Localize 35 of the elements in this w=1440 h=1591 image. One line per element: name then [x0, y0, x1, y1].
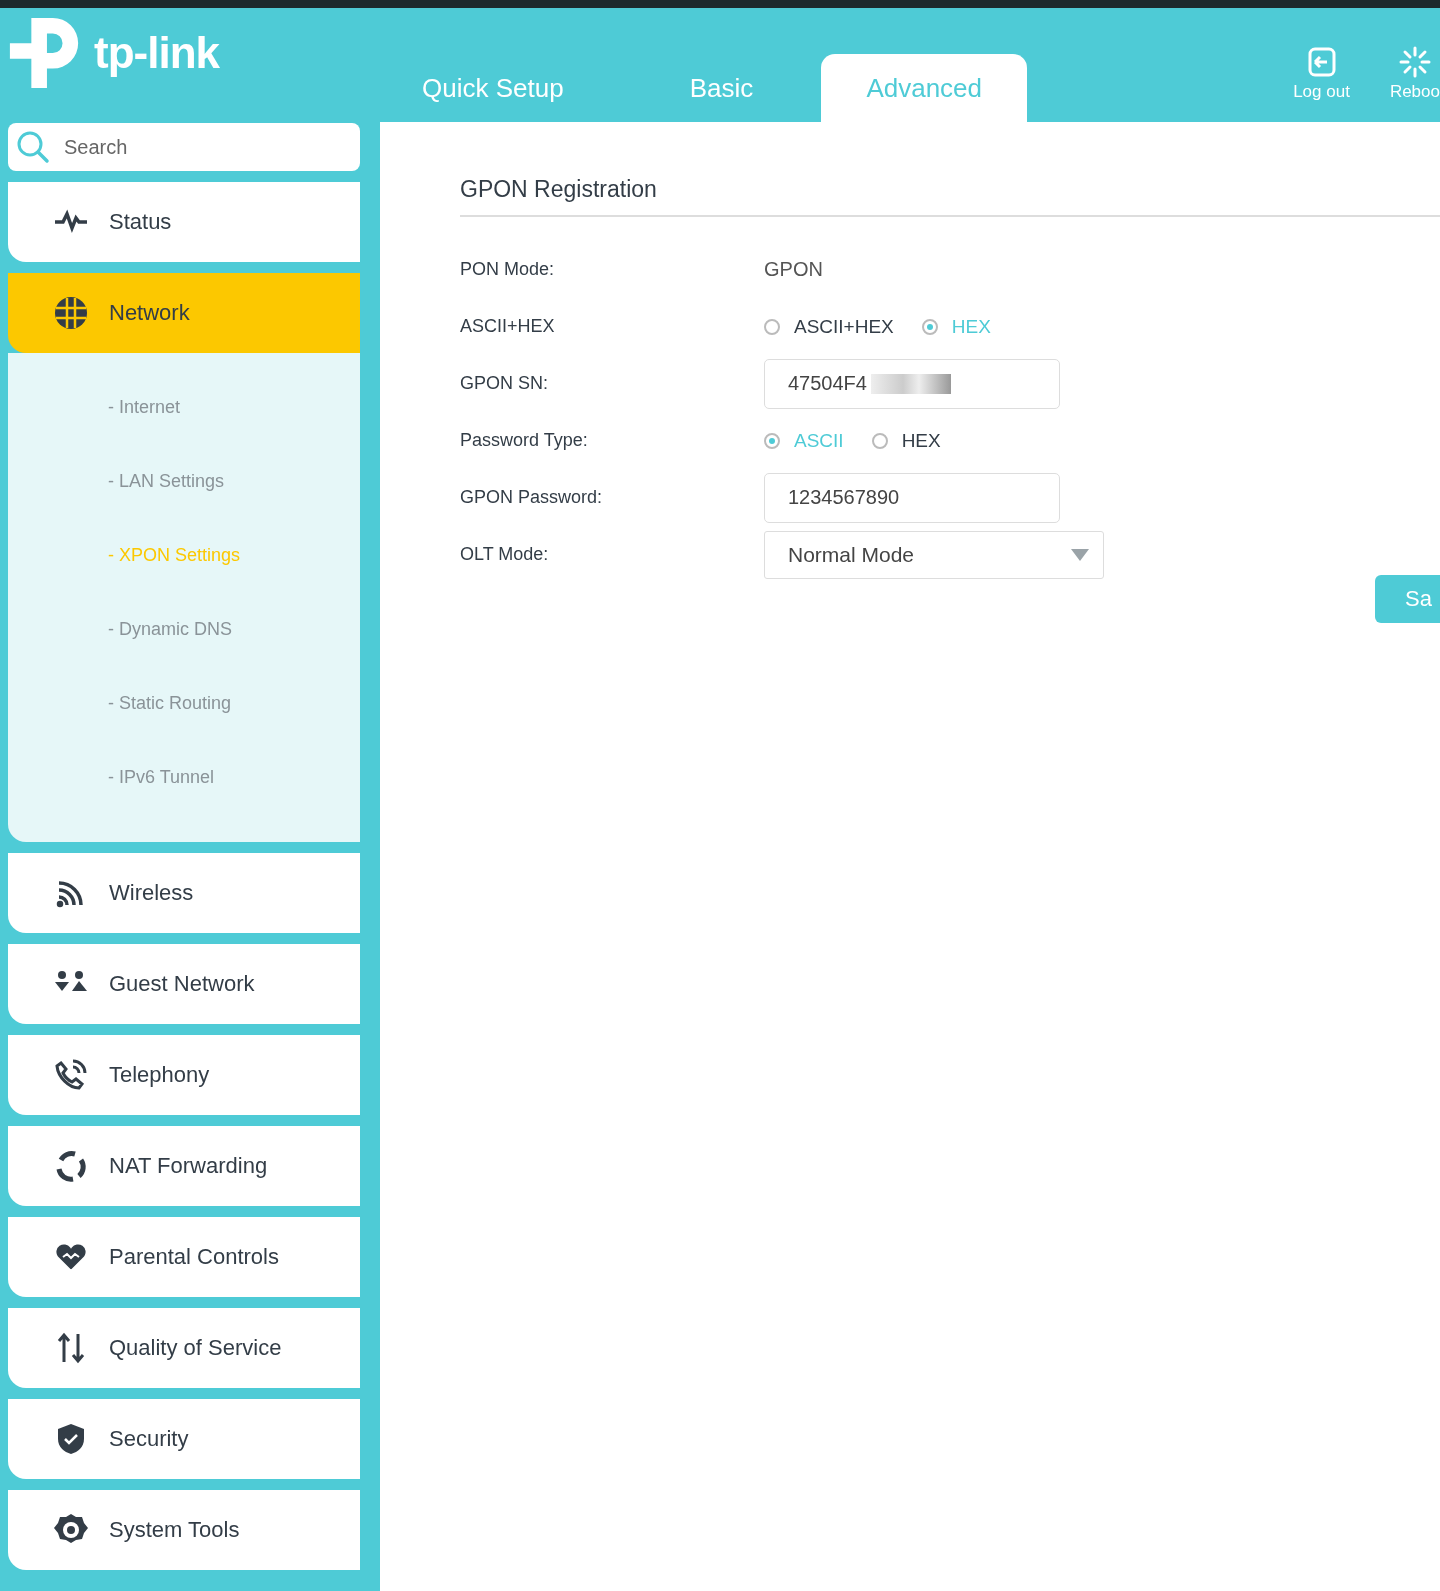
search-icon	[16, 130, 50, 164]
menu-item[interactable]: Guest Network	[8, 944, 360, 1024]
field-label: GPON SN:	[460, 373, 549, 394]
field-label: GPON Password:	[460, 487, 604, 508]
caret-icon	[1071, 548, 1089, 561]
field-label: ASCII+HEX	[460, 316, 556, 337]
menu-item[interactable]: Telephony	[8, 1035, 360, 1115]
radio-button[interactable]	[871, 432, 888, 449]
search-input[interactable]: Search	[62, 134, 326, 160]
input-field[interactable]: 1234567890	[764, 472, 1060, 523]
search-bar[interactable]: Search	[8, 123, 360, 171]
field-value: GPON	[764, 258, 823, 281]
radio-button[interactable]	[764, 318, 780, 335]
menu-item[interactable]: Quality of Service	[8, 1308, 360, 1388]
radio-button[interactable]	[764, 432, 780, 449]
radio-option[interactable]: ASCII+HEX	[764, 315, 894, 338]
menu-item[interactable]: Wireless	[8, 853, 360, 933]
field-label: PON Mode:	[460, 259, 556, 280]
radio-option[interactable]: HEX	[871, 429, 941, 452]
spinner-icon[interactable]	[1398, 46, 1431, 78]
section-title: GPON Registration	[460, 176, 1440, 217]
logo-text: tp-link	[94, 28, 219, 78]
globe-icon	[53, 295, 89, 331]
field-label: OLT Mode:	[460, 544, 550, 565]
menu-item[interactable]: System Tools	[8, 1490, 360, 1570]
menu-item[interactable]: NAT Forwarding	[8, 1126, 360, 1206]
menu-item[interactable]: Security	[8, 1399, 360, 1479]
phone-icon	[53, 1057, 89, 1093]
field-label: Password Type:	[460, 430, 589, 451]
input-field[interactable]: 47504F4	[764, 358, 1060, 409]
menu-item[interactable]: Network	[8, 273, 360, 353]
menu-item[interactable]: Parental Controls	[8, 1217, 360, 1297]
radio-button[interactable]	[921, 318, 938, 335]
dropdown[interactable]: Normal Mode	[764, 530, 1104, 579]
menu-item[interactable]: Status	[8, 182, 360, 262]
